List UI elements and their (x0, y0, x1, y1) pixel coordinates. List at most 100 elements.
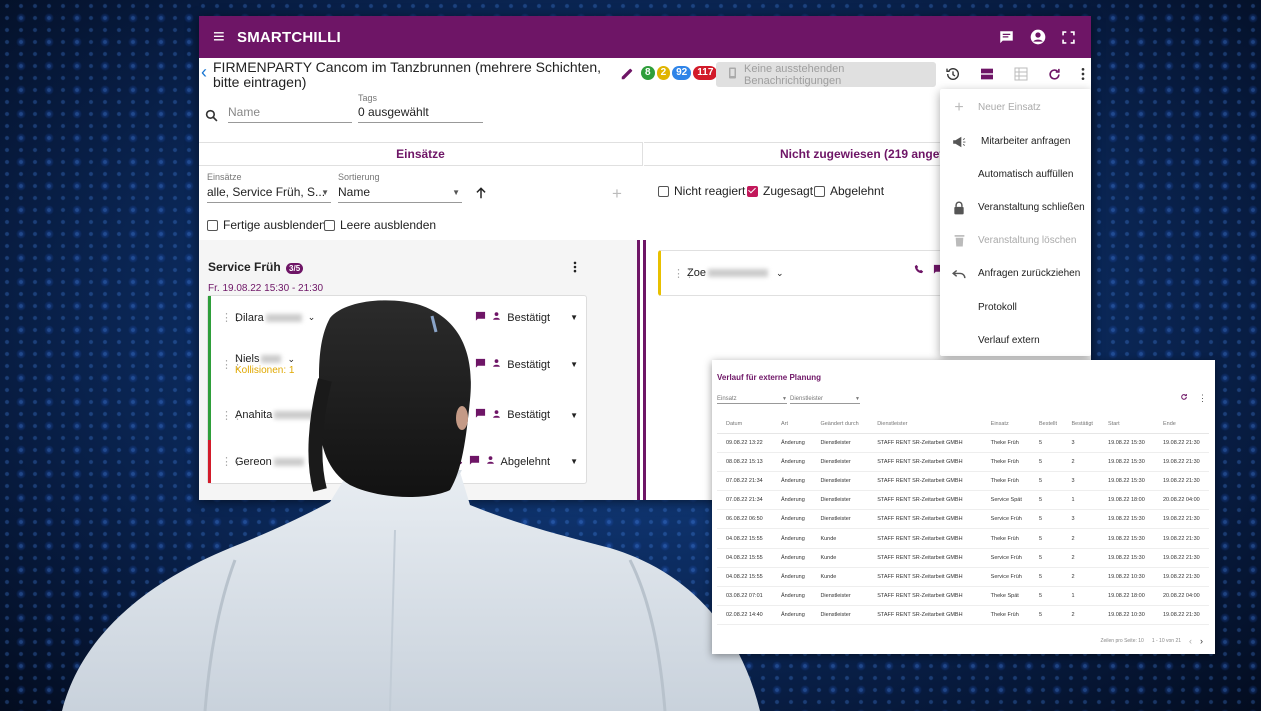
employee-status[interactable]: Bestätigt ▼ (475, 311, 578, 325)
expand-chevron-icon[interactable]: ⌄ (310, 456, 318, 467)
notifications-button[interactable]: Keine ausstehenden Benachrichtigungen (716, 62, 936, 87)
status-dropdown-icon[interactable]: ▼ (570, 411, 578, 420)
employee-status[interactable]: Bestätigt ▼ (475, 358, 578, 372)
menu-item-verlauf-extern[interactable]: Verlauf extern (940, 324, 1091, 357)
checkbox-box (814, 185, 825, 197)
einsatz-filter-label: Einsatz (717, 396, 737, 402)
rows-per-page[interactable]: Zeilen pro Seite: 10 (1100, 638, 1143, 644)
fullscreen-icon[interactable] (1060, 29, 1077, 46)
tags-select[interactable]: 0 ausgewählt (358, 105, 483, 123)
expand-chevron-icon[interactable]: ⌄ (287, 354, 295, 364)
column-header[interactable]: Bestellt (1029, 415, 1063, 434)
drag-handle-icon[interactable]: ⋮⋮ (221, 358, 243, 371)
drag-handle-icon[interactable]: ⋮⋮ (221, 409, 243, 422)
account-icon[interactable] (1029, 29, 1046, 46)
dropdown-arrow-icon: ▼ (782, 396, 787, 402)
abgelehnt-checkbox[interactable]: Abgelehnt (814, 184, 884, 198)
table-cell: STAFF RENT SR-Zeitarbeit GMBH (868, 605, 982, 626)
leere-checkbox[interactable]: Leere ausblenden (324, 218, 436, 232)
table-row[interactable]: 09.08.22 13:22 Änderung Dienstleister STAFF… (717, 433, 1209, 453)
table-row[interactable]: 08.08.22 15:13 Änderung Dienstleister STAFF… (717, 452, 1209, 472)
column-header[interactable]: Art (771, 415, 812, 434)
column-header[interactable]: Datum (717, 415, 772, 434)
history-icon[interactable] (945, 66, 961, 87)
sort-arrow-up-icon[interactable] (474, 186, 488, 205)
back-chevron-icon[interactable]: ‹ (201, 62, 211, 83)
table-row[interactable]: 07.08.22 21:34 Änderung Dienstleister STAFF… (717, 490, 1209, 511)
layout-rows-icon[interactable] (979, 66, 995, 87)
column-header[interactable]: Dienstleister (868, 415, 982, 434)
employee-row[interactable]: ⋮⋮ Dilara ⌄ Bestätigt ▼ (208, 296, 586, 339)
employee-row[interactable]: ⋮⋮ Gereon ⌄ Abgelehnt ▼ (208, 440, 586, 483)
table-row[interactable]: 07.08.22 21:34 Änderung Dienstleister STAFF… (717, 471, 1209, 492)
table-row[interactable]: 03.08.22 07:01 Änderung Dienstleister STAFF… (717, 586, 1209, 607)
column-header[interactable]: Geändert durch (811, 415, 869, 434)
table-row[interactable]: 04.08.22 15:55 Änderung Kunde STAFF RENT SR… (717, 528, 1209, 549)
more-vert-icon[interactable] (1080, 66, 1086, 87)
table-row[interactable]: 02.08.22 14:40 Änderung Dienstleister STAFF… (717, 605, 1209, 626)
menu-item-automatisch-auffuellen[interactable]: Automatisch auffüllen (940, 158, 1091, 191)
expand-chevron-icon[interactable]: ⌄ (308, 312, 316, 323)
hamburger-menu-icon[interactable]: ≡ (213, 26, 229, 49)
collision-warning[interactable]: Kollisionen: 1 (235, 365, 295, 376)
verlauf-title: Verlauf für externe Planung (717, 373, 822, 382)
status-dropdown-icon[interactable]: ▼ (570, 360, 578, 369)
drag-handle-icon[interactable]: ⋮⋮ (673, 267, 695, 280)
phone-icon[interactable] (453, 455, 463, 468)
menu-item-mitarbeiter-anfragen[interactable]: Mitarbeiter anfragen (940, 125, 1091, 158)
message-icon[interactable] (475, 408, 486, 422)
refresh-icon[interactable] (1047, 67, 1062, 87)
edit-pencil-icon[interactable] (620, 67, 634, 86)
nicht-reagiert-checkbox[interactable]: Nicht reagiert (658, 184, 745, 198)
column-header[interactable]: Start (1099, 415, 1154, 434)
menu-item-protokoll[interactable]: Protokoll (940, 291, 1091, 324)
column-header[interactable]: Bestätigt (1062, 415, 1100, 434)
status-dropdown-icon[interactable]: ▼ (570, 457, 578, 466)
table-row[interactable]: 06.08.22 06:50 Änderung Dienstleister STAFF… (717, 509, 1209, 530)
table-cell: Theke Früh (981, 452, 1030, 472)
employee-row[interactable]: ⋮⋮ Anahita Bestätigt ▼ (208, 390, 586, 440)
column-header[interactable]: Ende (1153, 415, 1209, 434)
refresh-icon[interactable] (1180, 393, 1188, 404)
status-label: Bestätigt (507, 358, 551, 371)
employee-status[interactable]: Bestätigt ▼ (475, 408, 578, 422)
sortierung-select[interactable]: Name ▼ (338, 185, 462, 203)
drag-handle-icon[interactable]: ⋮⋮ (221, 455, 243, 468)
table-cell: 19.08.22 15:30 (1099, 528, 1154, 549)
zugesagt-checkbox[interactable]: Zugesagt (747, 184, 813, 198)
employee-status[interactable]: Abgelehnt ▼ (453, 455, 578, 469)
table-row[interactable]: 04.08.22 15:55 Änderung Kunde STAFF RENT SR… (717, 548, 1209, 568)
message-icon[interactable] (475, 311, 486, 325)
blurred-surname (273, 457, 304, 466)
prev-page-icon[interactable]: ‹ (1189, 636, 1192, 646)
employee-card-unassigned[interactable]: ⋮⋮ Zoe ⌄ (658, 250, 948, 296)
name-search-input[interactable]: Name (228, 105, 352, 123)
add-plus-icon[interactable]: + (612, 184, 622, 204)
table-cell: STAFF RENT SR-Zeitarbeit GMBH (868, 471, 982, 492)
status-dropdown-icon[interactable]: ▼ (570, 313, 578, 322)
menu-item-veranstaltung-loeschen[interactable]: Veranstaltung löschen (940, 224, 1091, 257)
expand-chevron-icon[interactable]: ⌄ (776, 268, 784, 279)
fertige-checkbox[interactable]: Fertige ausblenden (207, 218, 326, 232)
sortierung-label: Sortierung (338, 172, 380, 182)
more-vert-icon[interactable]: ⋮ (1198, 393, 1207, 404)
next-page-icon[interactable]: › (1200, 636, 1203, 646)
service-more-icon[interactable] (572, 260, 578, 279)
message-icon[interactable] (475, 358, 486, 372)
table-cell: Theke Früh (981, 471, 1030, 492)
column-header[interactable]: Einsatz (981, 415, 1030, 434)
phone-icon[interactable] (914, 264, 924, 277)
einsatz-filter-select[interactable]: Einsatz ▼ (717, 396, 787, 404)
drag-handle-icon[interactable]: ⋮⋮ (221, 311, 243, 324)
employee-row[interactable]: ⋮⋮ Niels ⌄ Kollisionen: 1 Bestätigt ▼ (208, 339, 586, 390)
dienstleister-filter-select[interactable]: Dienstleister ▼ (790, 396, 860, 404)
menu-item-neuer-einsatz[interactable]: + Neuer Einsatz (940, 91, 1091, 124)
menu-item-anfragen-zurueckziehen[interactable]: Anfragen zurückziehen (940, 257, 1091, 290)
layout-table-icon[interactable] (1013, 66, 1029, 87)
table-cell: 19.08.22 10:30 (1099, 605, 1154, 626)
menu-item-veranstaltung-schliessen[interactable]: Veranstaltung schließen (940, 191, 1091, 224)
table-row[interactable]: 04.08.22 15:55 Änderung Kunde STAFF RENT SR… (717, 567, 1209, 588)
einsaetze-select[interactable]: alle, Service Früh, S... ▼ (207, 185, 331, 203)
chat-icon[interactable] (998, 29, 1015, 46)
message-icon[interactable] (469, 455, 480, 469)
